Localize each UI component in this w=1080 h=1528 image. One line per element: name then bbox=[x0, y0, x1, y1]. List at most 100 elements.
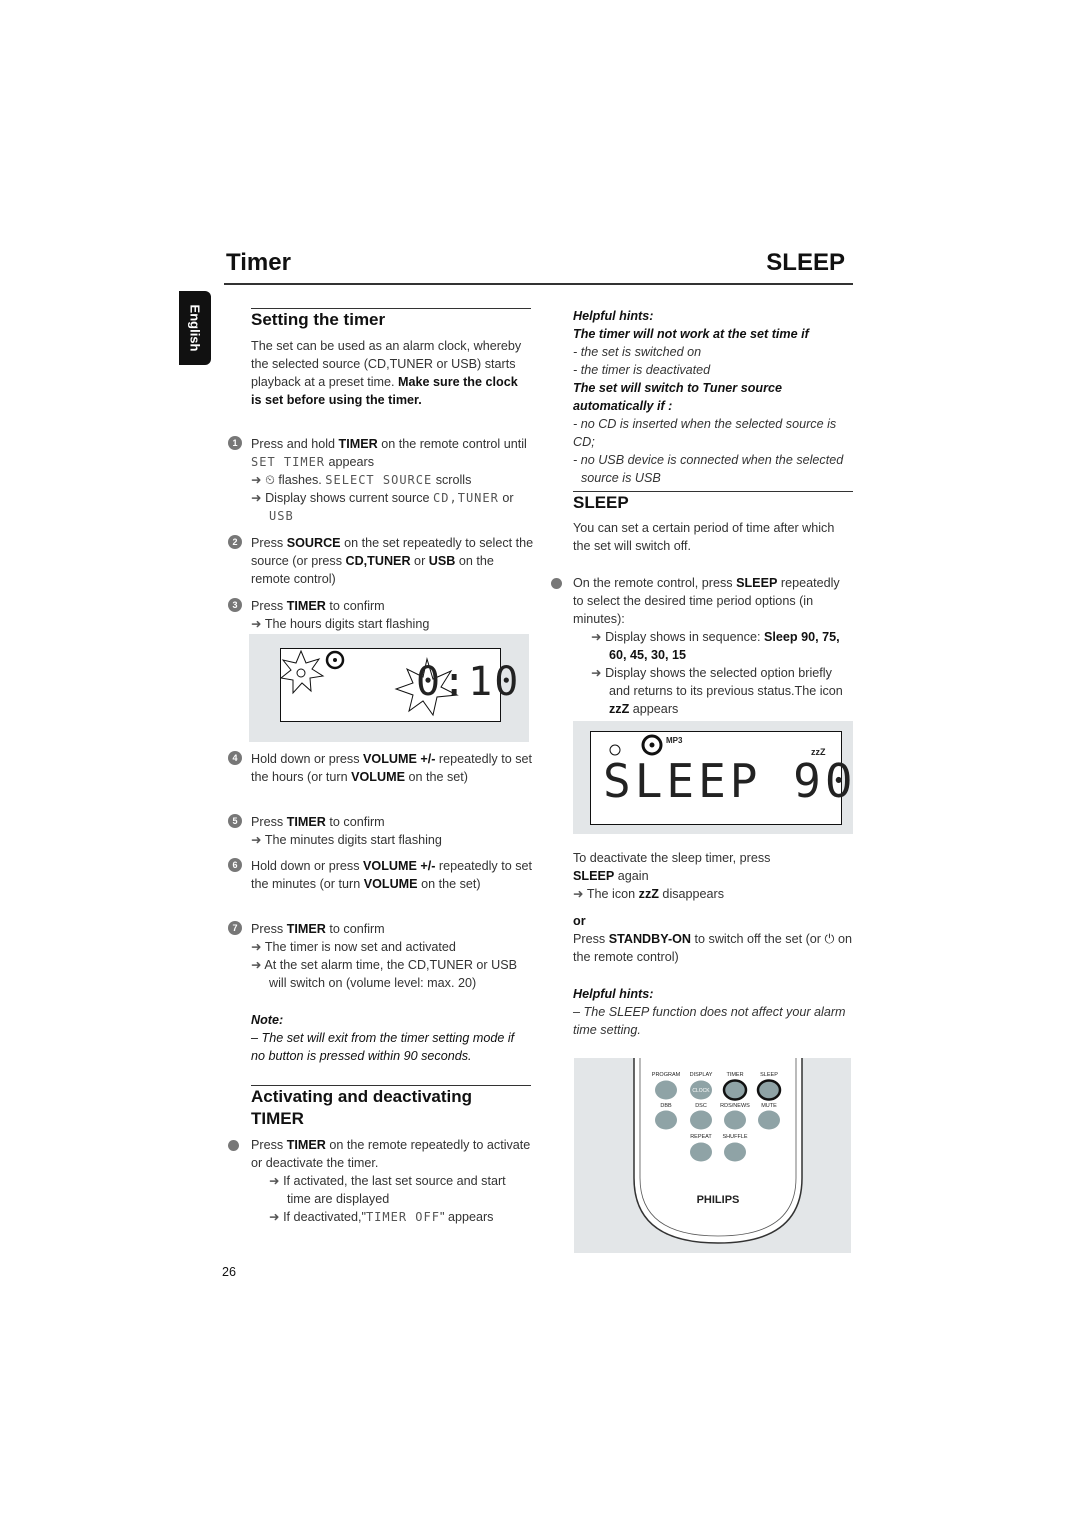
step-3: 3 Press TIMER to confirm ➜ The hours digit… bbox=[228, 597, 536, 633]
display-text: CD,TUNER bbox=[433, 491, 499, 505]
brand-logo: PHILIPS bbox=[697, 1194, 740, 1206]
remote-shuffle-button[interactable] bbox=[724, 1142, 746, 1162]
sleep-display-illustration: MP3 zzZ SLEEP 90 bbox=[573, 721, 853, 834]
text-segment: CD,TUNER bbox=[345, 554, 411, 568]
remote-button-label: REPEAT bbox=[690, 1134, 712, 1140]
display-text: USB bbox=[269, 509, 294, 523]
text-segment: on the remote control until bbox=[377, 437, 527, 451]
step-2: 2 Press SOURCE on the set repeatedly to s… bbox=[228, 534, 536, 588]
step-number-icon: 3 bbox=[228, 598, 242, 612]
remote-timer-button[interactable] bbox=[722, 1079, 748, 1101]
result-line: ➜ The hours digits start flashing bbox=[251, 615, 536, 633]
text-segment: The icon bbox=[586, 887, 639, 901]
text-segment: to confirm bbox=[325, 922, 385, 936]
mp3-indicator: MP3 bbox=[666, 736, 683, 745]
step-5: 5 Press TIMER to confirm ➜ The minutes dig… bbox=[228, 813, 536, 849]
result-line: ➜ Display shows in sequence: Sleep 90, 7… bbox=[591, 628, 853, 664]
text-segment: - no CD is inserted when the selected so… bbox=[573, 417, 837, 449]
sleep-heading: SLEEP bbox=[573, 493, 629, 512]
step-6: 6 Hold down or press VOLUME +/- repeatedl… bbox=[228, 857, 536, 893]
text-segment: to confirm bbox=[325, 815, 385, 829]
result-line: ➜ Display shows the selected option brie… bbox=[591, 664, 853, 718]
text-segment: " appears bbox=[439, 1210, 494, 1224]
bullet-icon bbox=[228, 1140, 239, 1151]
result-line: ➜ If deactivated,"TIMER OFF" appears bbox=[269, 1208, 531, 1226]
note-text: – The set will exit from the timer setti… bbox=[251, 1031, 515, 1063]
text-segment: zzZ bbox=[638, 887, 659, 901]
text-segment: scrolls bbox=[432, 473, 472, 487]
text-segment: on the set) bbox=[417, 877, 481, 891]
text-segment: Hold down or press bbox=[251, 859, 363, 873]
timer-display-illustration: 0:10 bbox=[249, 634, 529, 742]
remote-program-button[interactable] bbox=[655, 1080, 677, 1100]
arrow-icon: ➜ bbox=[251, 833, 265, 847]
page-title: Timer bbox=[226, 249, 291, 276]
flash-star-icon bbox=[281, 649, 325, 695]
bullet-icon bbox=[551, 578, 562, 589]
remote-illustration: PROGRAM DISPLAY TIMER SLEEP CLOCK DBB DSC RDS/N… bbox=[574, 1058, 851, 1253]
text-segment: To deactivate the sleep timer bbox=[573, 851, 733, 865]
step-1: 1 Press and hold TIMER on the remote cont… bbox=[228, 435, 536, 525]
display-text: SELECT SOURCE bbox=[325, 473, 433, 487]
text-segment: TIMER bbox=[286, 599, 326, 613]
remote-button-label: PROGRAM bbox=[652, 1072, 681, 1078]
setting-intro: The set can be used as an alarm clock, w… bbox=[251, 337, 531, 409]
remote-dsc-button[interactable] bbox=[690, 1110, 712, 1130]
remote-mute-button[interactable] bbox=[758, 1110, 780, 1130]
result-line: ➜ ⏲ flashes. SELECT SOURCE scrolls bbox=[251, 471, 536, 489]
text-segment: TIMER bbox=[286, 815, 326, 829]
remote-sleep-button[interactable] bbox=[756, 1079, 782, 1101]
arrow-icon: ➜ bbox=[591, 630, 606, 644]
text-segment: If activated, the last set source and st… bbox=[283, 1174, 506, 1206]
remote-button-label: DBB bbox=[660, 1103, 672, 1109]
text-segment: SLEEP bbox=[573, 869, 615, 883]
text-segment: appears bbox=[325, 455, 375, 469]
remote-button-label: RDS/NEWS bbox=[720, 1103, 750, 1109]
hints-list: The timer will not work at the set time … bbox=[573, 325, 853, 487]
text-segment: Press bbox=[251, 1138, 287, 1152]
text-segment: VOLUME +/- bbox=[363, 859, 436, 873]
timer-digits: 0:10 bbox=[416, 659, 521, 705]
text-segment: to confirm bbox=[325, 599, 385, 613]
setting-heading: Setting the timer bbox=[251, 310, 386, 329]
step-number-icon: 5 bbox=[228, 814, 242, 828]
text-segment: On the remote control, press bbox=[573, 576, 737, 590]
remote-dbb-button[interactable] bbox=[655, 1110, 677, 1130]
text-segment: disappears bbox=[658, 887, 725, 901]
text-segment: or bbox=[410, 554, 429, 568]
remote-repeat-button[interactable] bbox=[690, 1142, 712, 1162]
text-segment: or bbox=[498, 491, 514, 505]
arrow-icon: ➜ bbox=[251, 473, 266, 487]
text-segment: USB bbox=[428, 554, 456, 568]
text-segment: SLEEP bbox=[736, 576, 778, 590]
remote-rds-news-button[interactable] bbox=[724, 1110, 746, 1130]
arrow-icon: ➜ bbox=[251, 617, 265, 631]
activating-heading: Activating and deactivating TIMER bbox=[251, 1087, 473, 1128]
step-4: 4 Hold down or press VOLUME +/- repeatedl… bbox=[228, 750, 536, 786]
page-number: 26 bbox=[222, 1265, 237, 1279]
sleep-digits: SLEEP 90 bbox=[603, 754, 857, 808]
text-segment: STANDBY-ON bbox=[608, 932, 692, 946]
arrow-icon: ➜ bbox=[591, 666, 606, 680]
header-rule bbox=[224, 283, 853, 285]
remote-button-label: MUTE bbox=[761, 1103, 777, 1109]
activating-text: Press TIMER on the remote repeatedly to … bbox=[251, 1136, 531, 1226]
hints-label: Helpful hints: bbox=[573, 987, 654, 1001]
text-segment: TIMER bbox=[286, 1138, 326, 1152]
text-segment: VOLUME bbox=[351, 770, 405, 784]
result-line: ➜ The timer is now set and activated bbox=[251, 938, 521, 956]
step-number-icon: 2 bbox=[228, 535, 242, 549]
standby-text: Press STANDBY-ON to switch off the set (… bbox=[573, 930, 858, 966]
text-segment: VOLUME +/- bbox=[363, 752, 436, 766]
text-segment: The timer will not work at the set time … bbox=[573, 327, 809, 341]
arrow-icon: ➜ bbox=[251, 940, 265, 954]
deactivate-sleep: To deactivate the sleep timer, press SLE… bbox=[573, 851, 771, 901]
result-line: ➜ If activated, the last set source and … bbox=[269, 1172, 531, 1208]
text-segment: Press bbox=[251, 815, 287, 829]
hints-text: – The SLEEP function does not affect you… bbox=[573, 1005, 846, 1037]
text-segment: Press bbox=[251, 599, 287, 613]
step-number-icon: 4 bbox=[228, 751, 242, 765]
text-segment: Press bbox=[251, 922, 287, 936]
text-segment: At the set alarm time, the CD,TUNER or U… bbox=[264, 958, 518, 990]
text-segment: Press bbox=[573, 932, 609, 946]
